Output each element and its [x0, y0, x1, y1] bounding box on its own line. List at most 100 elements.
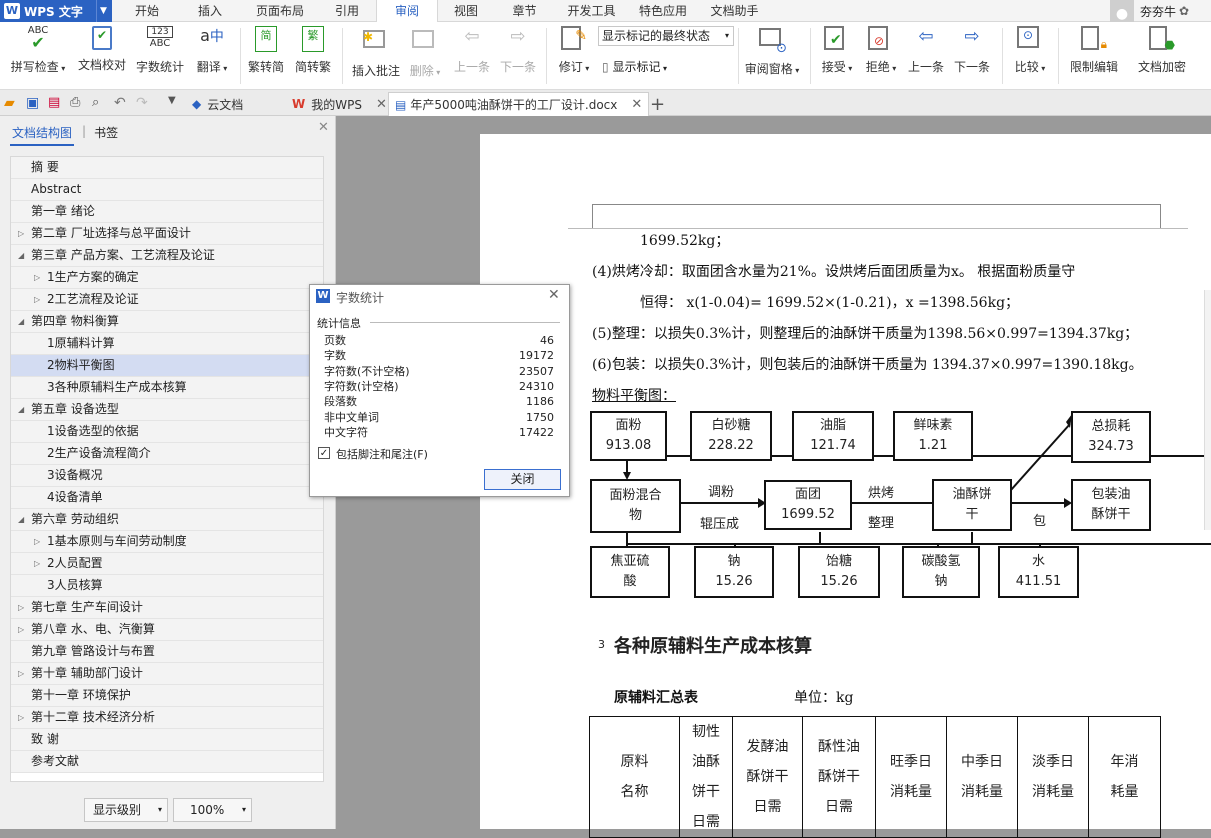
- outline-item[interactable]: 第九章 管路设计与布置: [11, 641, 323, 663]
- outline-item[interactable]: 第十一章 环境保护: [11, 685, 323, 707]
- outline-item[interactable]: 2物料平衡图: [11, 355, 323, 377]
- simp-to-trad-button[interactable]: 繁 简转繁: [292, 26, 334, 75]
- zoom-select[interactable]: 100% ▾: [173, 798, 252, 822]
- proofread-button[interactable]: ✔ 文档校对: [76, 26, 128, 73]
- export-pdf-icon[interactable]: ▤: [48, 95, 64, 111]
- scrollbar[interactable]: [1204, 290, 1211, 530]
- next-comment-button[interactable]: ⇨ 下一条: [498, 26, 538, 75]
- expanded-arrow-icon[interactable]: ◢: [18, 399, 24, 420]
- menu-6[interactable]: 章节: [494, 0, 555, 22]
- tab-my-wps[interactable]: W 我的WPS ✕: [286, 92, 393, 116]
- outline-item[interactable]: 1设备选型的依据: [11, 421, 323, 443]
- level-select[interactable]: 显示级别 ▾: [84, 798, 168, 822]
- menu-3[interactable]: 引用: [318, 0, 376, 22]
- accept-button[interactable]: ✔ 接受 ▾: [818, 26, 856, 75]
- tab-doc-structure[interactable]: 文档结构图: [10, 124, 75, 146]
- insert-comment-button[interactable]: ✱ 插入批注: [350, 26, 402, 79]
- translate-button[interactable]: a中 翻译 ▾: [192, 26, 232, 75]
- outline-item[interactable]: ▷ 1基本原则与车间劳动制度: [11, 531, 323, 553]
- close-icon[interactable]: ✕: [376, 97, 387, 112]
- expanded-arrow-icon[interactable]: ◢: [18, 311, 24, 332]
- close-icon[interactable]: ✕: [548, 287, 560, 303]
- review-pane-button[interactable]: ⊙ 审阅窗格 ▾: [740, 26, 804, 77]
- outline-item[interactable]: ▷ 第十章 辅助部门设计: [11, 663, 323, 685]
- collapsed-arrow-icon[interactable]: ▷: [34, 289, 40, 310]
- outline-item[interactable]: ◢ 第五章 设备选型: [11, 399, 323, 421]
- outline-item[interactable]: 2生产设备流程简介: [11, 443, 323, 465]
- outline-item[interactable]: 致 谢: [11, 729, 323, 751]
- outline-item[interactable]: ▷ 第二章 厂址选择与总平面设计: [11, 223, 323, 245]
- compare-button[interactable]: ⊙ 比较 ▾: [1010, 26, 1050, 75]
- tab-bookmarks[interactable]: 书签: [94, 124, 118, 146]
- document-page[interactable]: 1699.52kg； (4)烘烤冷却：取面团含水量为21%。设烘烤后面团质量为x…: [480, 134, 1211, 838]
- menu-9[interactable]: 文档助手: [698, 0, 771, 22]
- restrict-edit-button[interactable]: 🔒︎ 限制编辑: [1066, 26, 1122, 75]
- track-changes-button[interactable]: ✎ 修订 ▾: [554, 26, 594, 75]
- collapsed-arrow-icon[interactable]: ▷: [34, 267, 40, 288]
- prev-change-button[interactable]: ⇦ 上一条: [906, 26, 946, 75]
- user-area[interactable]: ● 夯夯牛 ✿: [1110, 0, 1211, 22]
- outline-item[interactable]: 参考文献: [11, 751, 323, 773]
- collapsed-arrow-icon[interactable]: ▷: [18, 707, 24, 728]
- spell-check-button[interactable]: ABC ✔ 拼写检查 ▾: [8, 26, 68, 75]
- outline-item[interactable]: ▷ 第十二章 技术经济分析: [11, 707, 323, 729]
- word-count-button[interactable]: 123 ABC 字数统计: [134, 26, 186, 75]
- trad-to-simp-button[interactable]: 简 繁转简: [246, 26, 286, 75]
- next-change-button[interactable]: ⇨ 下一条: [952, 26, 992, 75]
- chevron-down-icon[interactable]: ▼: [96, 0, 110, 22]
- close-button[interactable]: 关闭: [484, 469, 561, 490]
- menu-1[interactable]: 插入: [178, 0, 242, 22]
- show-marks-button[interactable]: ▯ 显示标记 ▾: [602, 58, 667, 75]
- collapsed-arrow-icon[interactable]: ▷: [34, 531, 40, 552]
- include-footnotes-checkbox[interactable]: ✓: [318, 447, 330, 459]
- avatar[interactable]: ●: [1110, 0, 1134, 22]
- chevron-down-icon[interactable]: ▼: [168, 95, 184, 111]
- redo-icon[interactable]: ↷: [136, 95, 152, 111]
- expanded-arrow-icon[interactable]: ◢: [18, 509, 24, 530]
- menu-4[interactable]: 审阅: [376, 0, 438, 23]
- outline-item[interactable]: ▷ 第七章 生产车间设计: [11, 597, 323, 619]
- outline-item[interactable]: 1原辅料计算: [11, 333, 323, 355]
- collapsed-arrow-icon[interactable]: ▷: [34, 553, 40, 574]
- close-icon[interactable]: ✕: [318, 120, 329, 135]
- print-preview-icon[interactable]: ⌕: [92, 95, 108, 111]
- menu-7[interactable]: 开发工具: [555, 0, 628, 22]
- outline-item[interactable]: ▷ 2人员配置: [11, 553, 323, 575]
- collapsed-arrow-icon[interactable]: ▷: [18, 663, 24, 684]
- markup-state-select[interactable]: 显示标记的最终状态 ▾: [598, 26, 734, 46]
- wps-app-button[interactable]: W WPS 文字 ▼: [0, 0, 112, 22]
- reject-button[interactable]: ⊘ 拒绝 ▾: [862, 26, 900, 75]
- close-icon[interactable]: ✕: [631, 97, 642, 112]
- outline-item[interactable]: Abstract: [11, 179, 323, 201]
- menu-5[interactable]: 视图: [438, 0, 494, 22]
- outline-item[interactable]: 第一章 绪论: [11, 201, 323, 223]
- menu-8[interactable]: 特色应用: [628, 0, 698, 22]
- outline-item[interactable]: 3各种原辅料生产成本核算: [11, 377, 323, 399]
- delete-comment-button[interactable]: 删除 ▾: [406, 26, 444, 79]
- collapsed-arrow-icon[interactable]: ▷: [18, 223, 24, 244]
- undo-icon[interactable]: ↶: [114, 95, 130, 111]
- collapsed-arrow-icon[interactable]: ▷: [18, 597, 24, 618]
- expanded-arrow-icon[interactable]: ◢: [18, 245, 24, 266]
- save-icon[interactable]: ▣: [26, 95, 42, 111]
- collapsed-arrow-icon[interactable]: ▷: [18, 619, 24, 640]
- outline-item[interactable]: ◢ 第六章 劳动组织: [11, 509, 323, 531]
- menu-0[interactable]: 开始: [117, 0, 177, 22]
- print-icon[interactable]: ⎙: [70, 95, 86, 111]
- outline-item[interactable]: 3人员核算: [11, 575, 323, 597]
- tab-cloud-docs[interactable]: ◆ 云文档: [186, 92, 249, 116]
- outline-item[interactable]: ◢ 第三章 产品方案、工艺流程及论证: [11, 245, 323, 267]
- outline-item[interactable]: ▷ 2工艺流程及论证: [11, 289, 323, 311]
- outline-item[interactable]: 4设备清单: [11, 487, 323, 509]
- menu-2[interactable]: 页面布局: [242, 0, 318, 22]
- skin-icon[interactable]: ✿: [1179, 4, 1189, 18]
- tab-document[interactable]: ▤ 年产5000吨油酥饼干的工厂设计.docx ✕: [388, 92, 650, 116]
- outline-item[interactable]: ◢ 第四章 物料衡算: [11, 311, 323, 333]
- encrypt-doc-button[interactable]: ⬣ 文档加密: [1134, 26, 1190, 75]
- outline-item[interactable]: ▷ 1生产方案的确定: [11, 267, 323, 289]
- open-icon[interactable]: ▰: [4, 95, 20, 111]
- outline-item[interactable]: 摘 要: [11, 157, 323, 179]
- prev-comment-button[interactable]: ⇦ 上一条: [452, 26, 492, 75]
- new-tab-button[interactable]: +: [644, 92, 671, 116]
- outline-item[interactable]: 3设备概况: [11, 465, 323, 487]
